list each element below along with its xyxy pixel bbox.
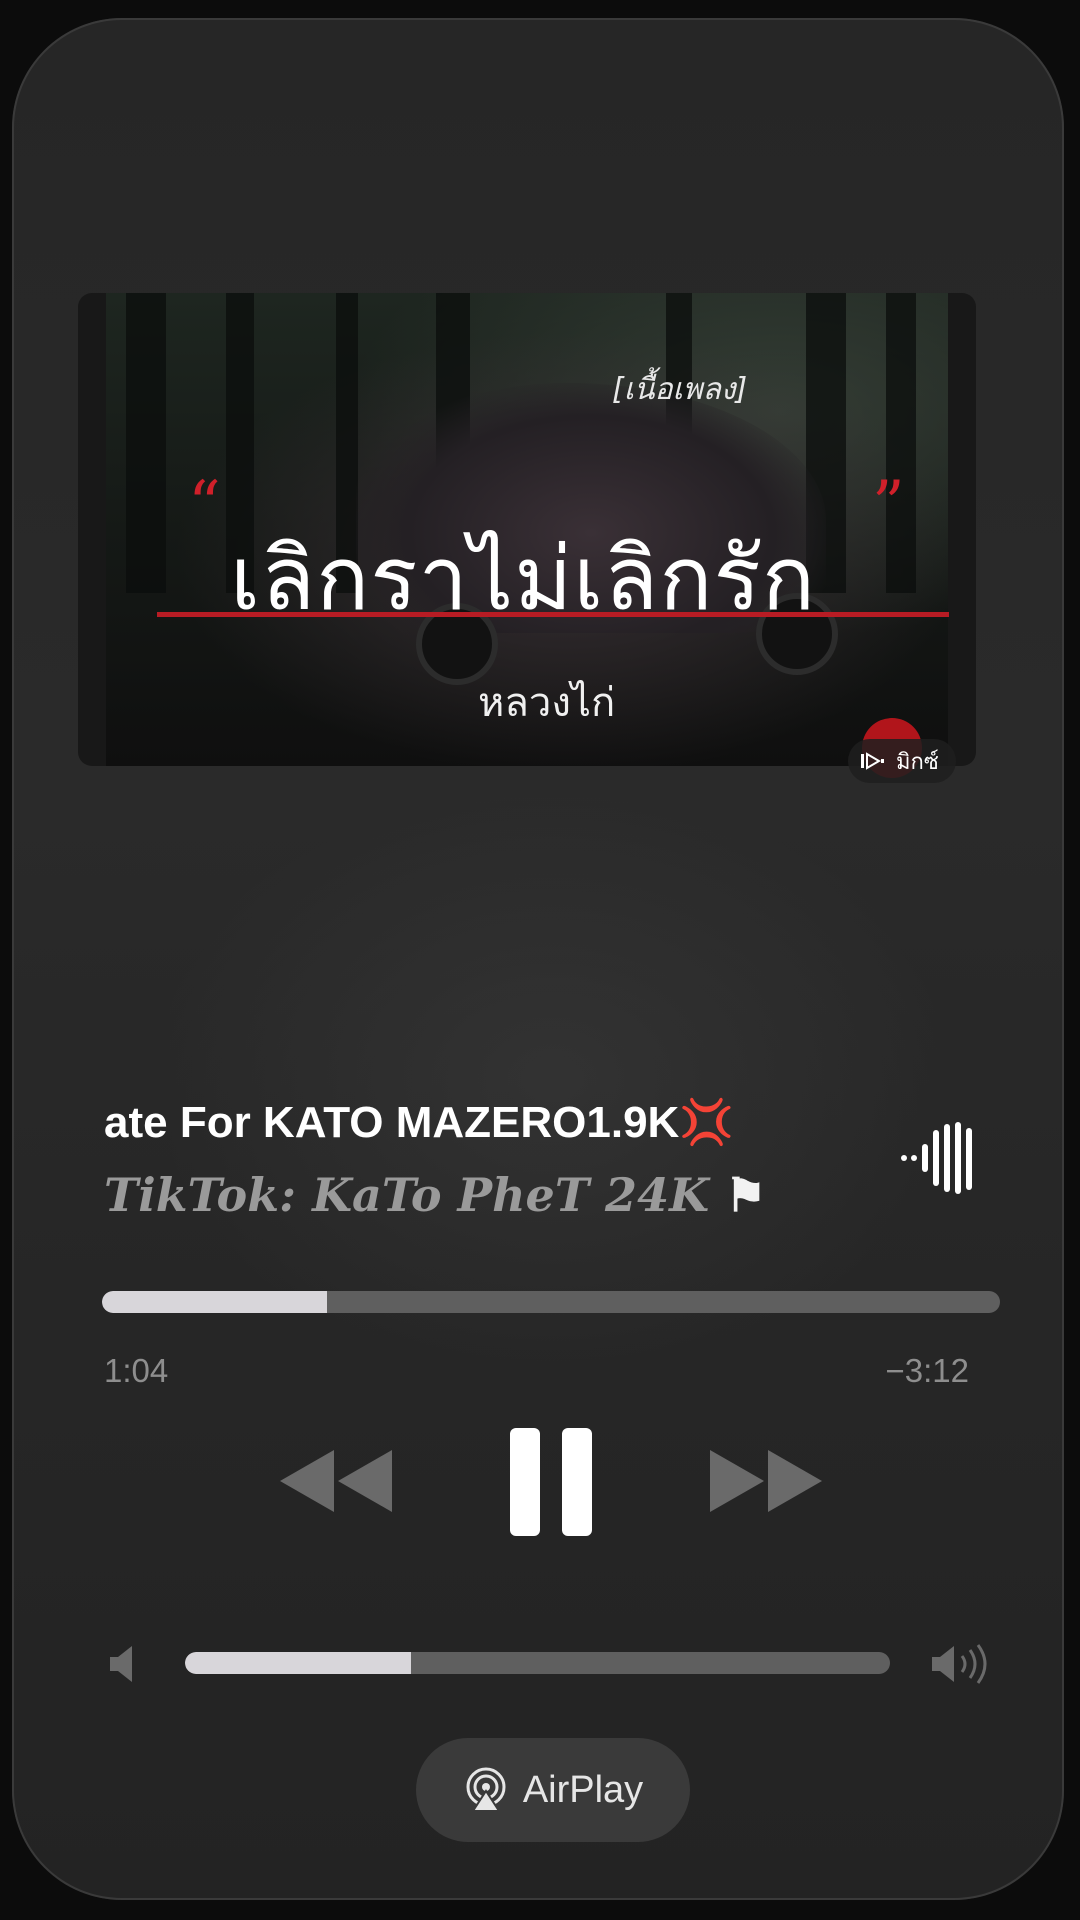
- track-artist-text: TikTok: KaTo PheT 24K: [104, 1168, 710, 1222]
- artwork-divider: [157, 612, 949, 617]
- audio-wave-icon[interactable]: [900, 1120, 972, 1196]
- playback-scrubber[interactable]: [102, 1291, 1000, 1313]
- mix-badge: มิกซ์: [848, 739, 956, 783]
- playback-progress-fill: [102, 1291, 327, 1313]
- volume-slider-fill: [185, 1652, 411, 1674]
- volume-slider[interactable]: [185, 1652, 890, 1674]
- airplay-button[interactable]: AirPlay: [416, 1738, 690, 1842]
- rewind-icon[interactable]: [276, 1446, 396, 1516]
- now-playing-card: [เนื้อเพลง] “ เลิกราไม่เลิกรัก ” หลวงไก่…: [12, 18, 1064, 1900]
- artwork-lyrics-tag: [เนื้อเพลง]: [612, 372, 748, 407]
- track-artist[interactable]: TikTok: KaTo PheT 24K ⚑: [104, 1168, 766, 1222]
- artwork-artist: หลวงไก่: [478, 680, 616, 726]
- background-glow: [152, 778, 952, 1378]
- track-title[interactable]: ate For KATO MAZERO1.9K💢: [104, 1096, 734, 1148]
- speaker-high-icon: [932, 1644, 987, 1684]
- airplay-icon: [466, 1767, 506, 1812]
- pause-icon[interactable]: [508, 1426, 594, 1538]
- elapsed-time: 1:04: [104, 1352, 169, 1389]
- artwork-title: เลิกราไม่เลิกรัก: [230, 527, 817, 630]
- artwork-quote-right: ”: [872, 468, 905, 542]
- speaker-low-icon: [110, 1646, 132, 1682]
- mix-badge-label: มิกซ์: [896, 748, 939, 774]
- artwork-quote-left: “: [188, 468, 221, 542]
- anger-emoji-icon: 💢: [679, 1098, 735, 1147]
- mix-icon: [861, 752, 884, 770]
- flag-icon: ⚑: [725, 1168, 767, 1222]
- track-title-text: ate For KATO MAZERO1.9K: [104, 1098, 680, 1147]
- airplay-label: AirPlay: [522, 1768, 644, 1811]
- fast-forward-icon[interactable]: [706, 1446, 826, 1516]
- remaining-time: −3:12: [885, 1352, 970, 1389]
